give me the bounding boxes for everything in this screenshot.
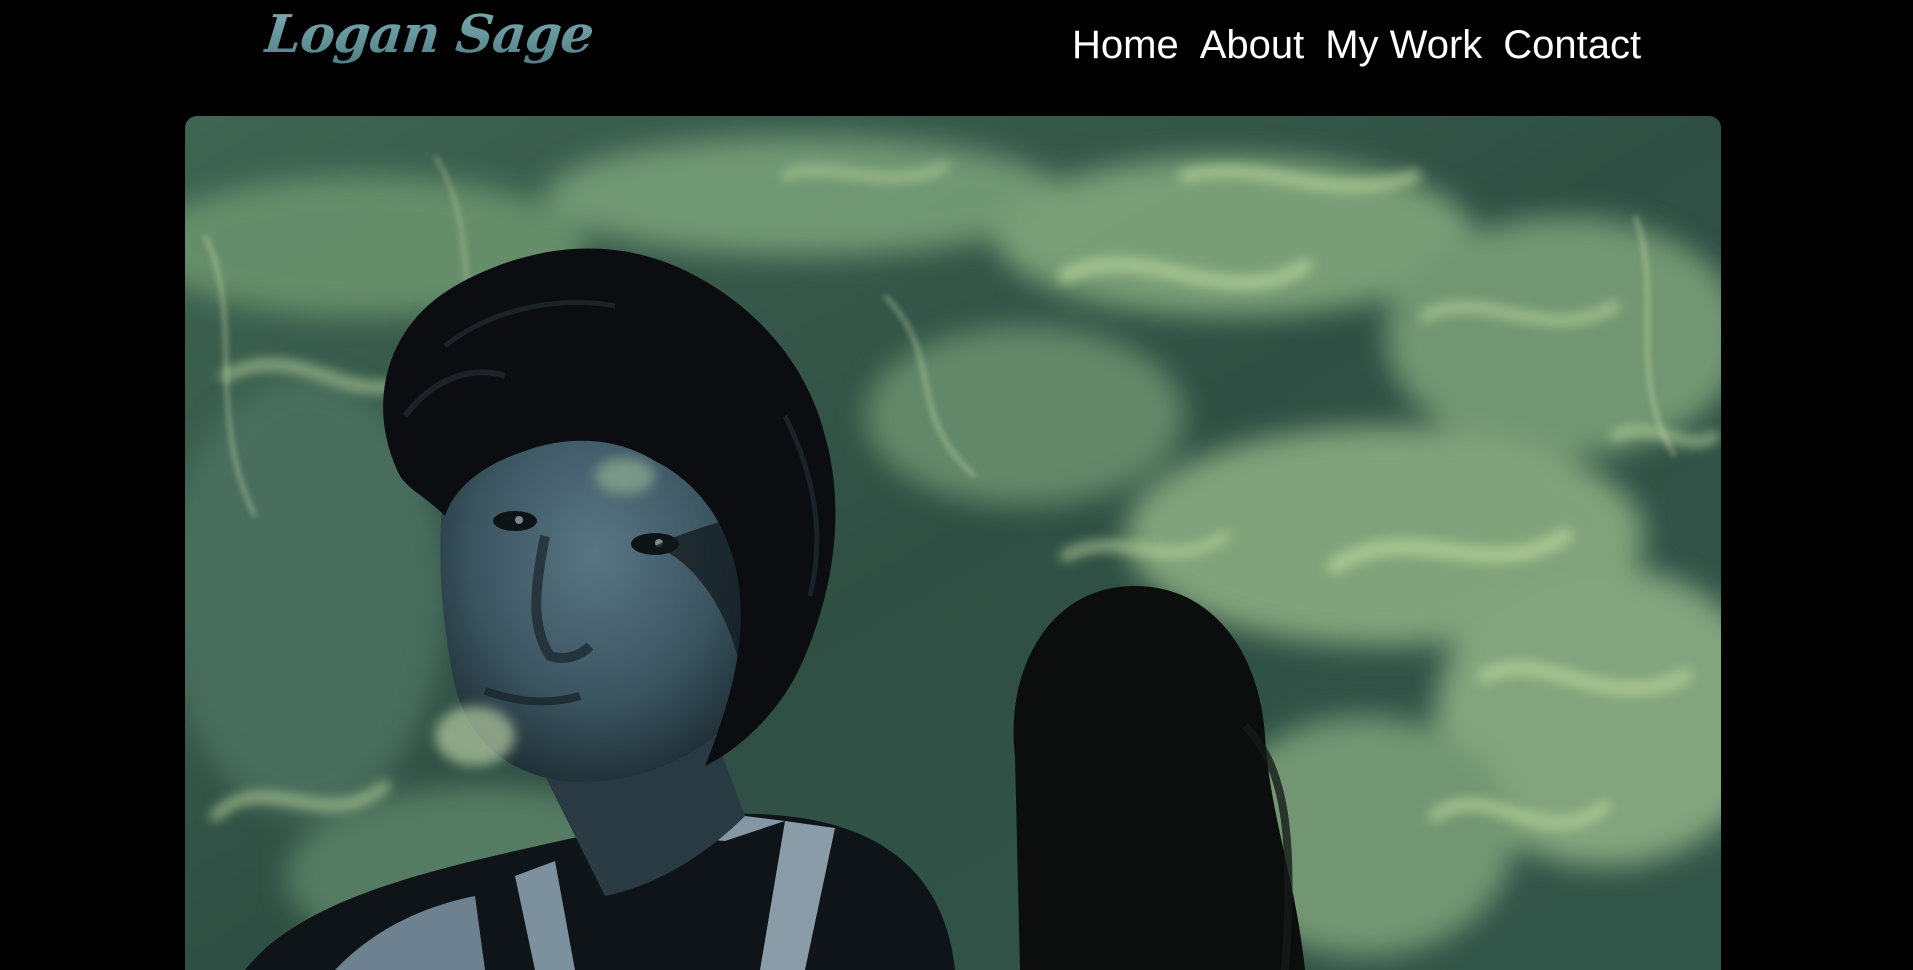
hero-photo-illustration — [185, 116, 1721, 970]
hero-photo — [185, 116, 1721, 970]
site-header: Logan Sage Home About My Work Contact — [0, 0, 1913, 117]
site-logo[interactable]: Logan Sage — [262, 4, 596, 65]
nav-about-link[interactable]: About — [1200, 22, 1305, 68]
nav-home-link[interactable]: Home — [1072, 22, 1179, 68]
main-nav: Home About My Work Contact — [1072, 22, 1641, 68]
nav-my-work-link[interactable]: My Work — [1325, 22, 1482, 68]
nav-contact-link[interactable]: Contact — [1503, 22, 1641, 68]
